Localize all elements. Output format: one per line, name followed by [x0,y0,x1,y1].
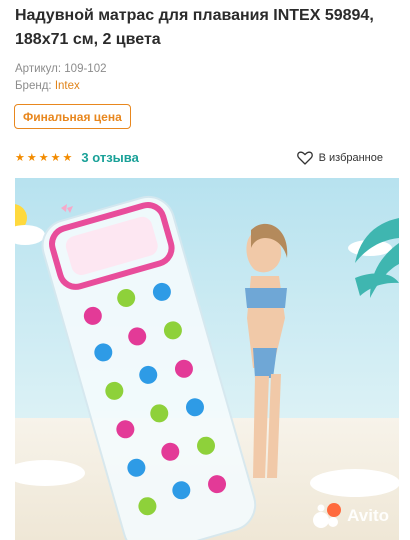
reviews-link[interactable]: 3 отзыва [81,150,138,165]
add-to-favorites-button[interactable]: В избранное [296,151,383,165]
final-price-button[interactable]: Финальная цена [14,104,131,129]
brand-label: Бренд: [15,80,52,92]
avito-watermark: Avito [312,500,389,531]
sku-value: 109-102 [64,63,107,75]
product-title: Надувной матрас для плавания INTEX 59894… [15,7,374,48]
heart-icon [296,151,313,165]
brand-line: Бренд: Intex [15,80,80,92]
sku-line: Артикул: 109-102 [15,63,107,75]
avito-logo-icon [313,503,342,528]
product-photo[interactable]: Avito [15,178,399,540]
sku-label: Артикул: [15,63,62,75]
favorites-label: В избранное [318,152,383,164]
star-icon: ★ [50,152,61,164]
star-icon: ★ [15,152,25,164]
star-icon: ★ [62,152,73,164]
brand-link[interactable]: Intex [55,80,80,92]
rating[interactable]: ★ ★ ★ ★ ★ 3 отзыва [15,150,139,165]
avito-watermark-text: Avito [347,505,389,525]
star-icon: ★ [26,152,37,164]
star-icon: ★ [38,152,49,164]
